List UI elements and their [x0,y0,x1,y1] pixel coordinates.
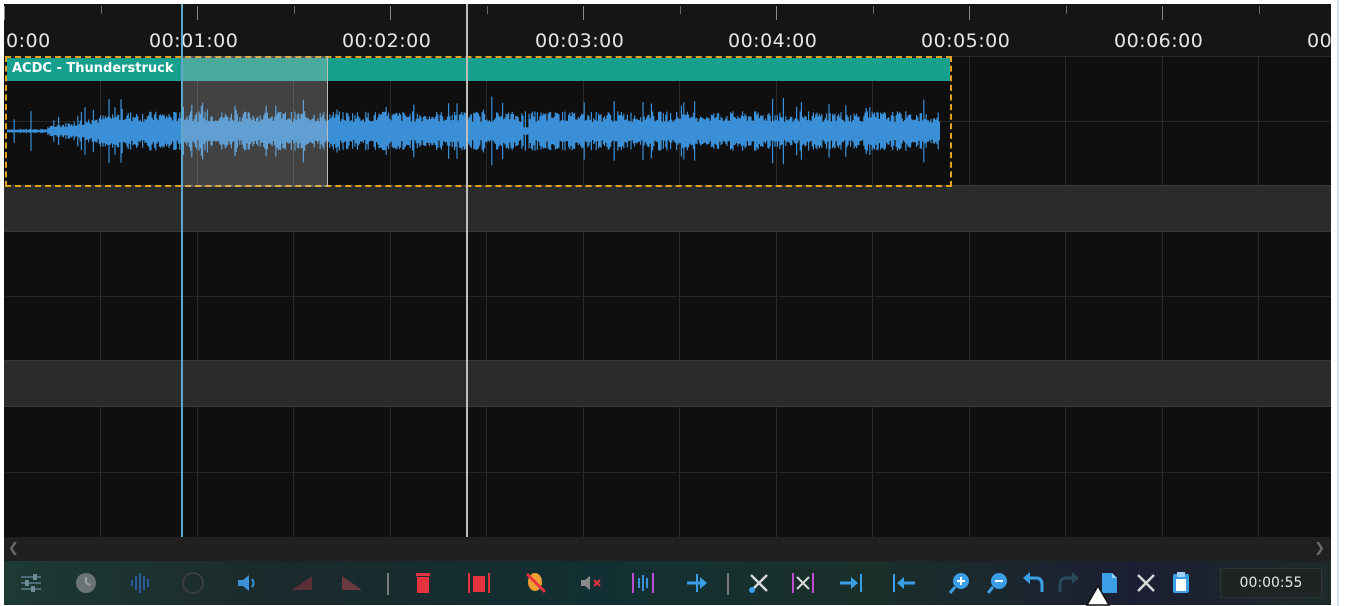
toolbar-separator [727,573,729,595]
ruler-tick [969,6,970,20]
ruler-tick [776,6,777,20]
track-separator [4,360,1331,407]
toolbar-separator [387,573,389,595]
ruler-label: 00:04:00 [728,30,818,52]
ruler-tick [583,6,584,20]
mute-icon[interactable] [576,568,606,598]
playhead[interactable] [181,4,183,537]
mouse-pointer-icon [1085,585,1111,606]
ruler-label: 0:00 [6,30,51,52]
silence-icon[interactable] [521,568,551,598]
clip-title: ACDC - Thunderstruck [12,61,174,76]
go-to-end-icon[interactable] [836,568,866,598]
selection-region[interactable] [181,56,328,187]
window-edge [1337,0,1339,606]
grid-line [4,472,1331,473]
grid-line [1258,57,1259,537]
delete-range-icon[interactable] [464,568,494,598]
time-display: 00:00:55 [1220,568,1322,598]
grid-line [1162,57,1163,537]
ruler-label: 00:03:00 [535,30,625,52]
audio-editor: 0:00 00:01:00 00:02:00 00:03:00 00:04:00… [4,4,1331,605]
zoom-out-icon[interactable] [983,568,1013,598]
mixer-icon[interactable] [16,568,46,598]
paste-icon[interactable] [1166,568,1196,598]
ruler-tick [1066,6,1067,14]
record-icon[interactable] [178,568,208,598]
ruler-label: 00:01:00 [149,30,239,52]
ruler-label: 00:06:00 [1114,30,1204,52]
fade-out-icon[interactable] [337,568,367,598]
waveform-path [7,96,940,166]
scissors-icon[interactable] [1131,568,1161,598]
timeline-ruler[interactable]: 0:00 00:01:00 00:02:00 00:03:00 00:04:00… [4,4,1331,57]
clip-header[interactable]: ACDC - Thunderstruck [7,58,950,81]
waveform [7,96,940,166]
scroll-left-icon[interactable]: ❮ [8,541,19,556]
cut-range-icon[interactable] [788,568,818,598]
audio-clip[interactable]: ACDC - Thunderstruck [5,56,952,187]
grid-line [969,57,970,537]
toolbar: 00:00:55 [4,561,1331,605]
zoom-in-icon[interactable] [945,568,975,598]
volume-icon[interactable] [232,568,262,598]
edit-cursor[interactable] [466,4,468,537]
grid-line [1065,57,1066,537]
ruler-tick [1162,6,1163,20]
ruler-label: 00:05:00 [921,30,1011,52]
undo-icon[interactable] [1018,568,1048,598]
ruler-tick [197,6,198,20]
ruler-tick [680,6,681,14]
ruler-tick [487,6,488,14]
grid-line [4,296,1331,297]
ruler-tick [4,6,5,20]
horizontal-scrollbar[interactable]: ❮ ❯ [4,537,1331,561]
ruler-tick [294,6,295,14]
scroll-right-icon[interactable]: ❯ [1314,541,1325,556]
ruler-tick [1259,6,1260,14]
redo-icon[interactable] [1054,568,1084,598]
go-to-start-icon[interactable] [889,568,919,598]
ruler-label: 00 [1307,30,1331,52]
waveform-icon[interactable] [126,568,156,598]
ruler-label: 00:02:00 [342,30,432,52]
track-separator [4,185,1331,232]
move-right-icon[interactable] [682,568,712,598]
clock-icon[interactable] [71,568,101,598]
ruler-tick [390,6,391,20]
delete-icon[interactable] [408,568,438,598]
split-icon[interactable] [628,568,658,598]
fade-in-icon[interactable] [287,568,317,598]
cut-icon[interactable] [744,568,774,598]
ruler-tick [101,6,102,14]
ruler-tick [873,6,874,14]
